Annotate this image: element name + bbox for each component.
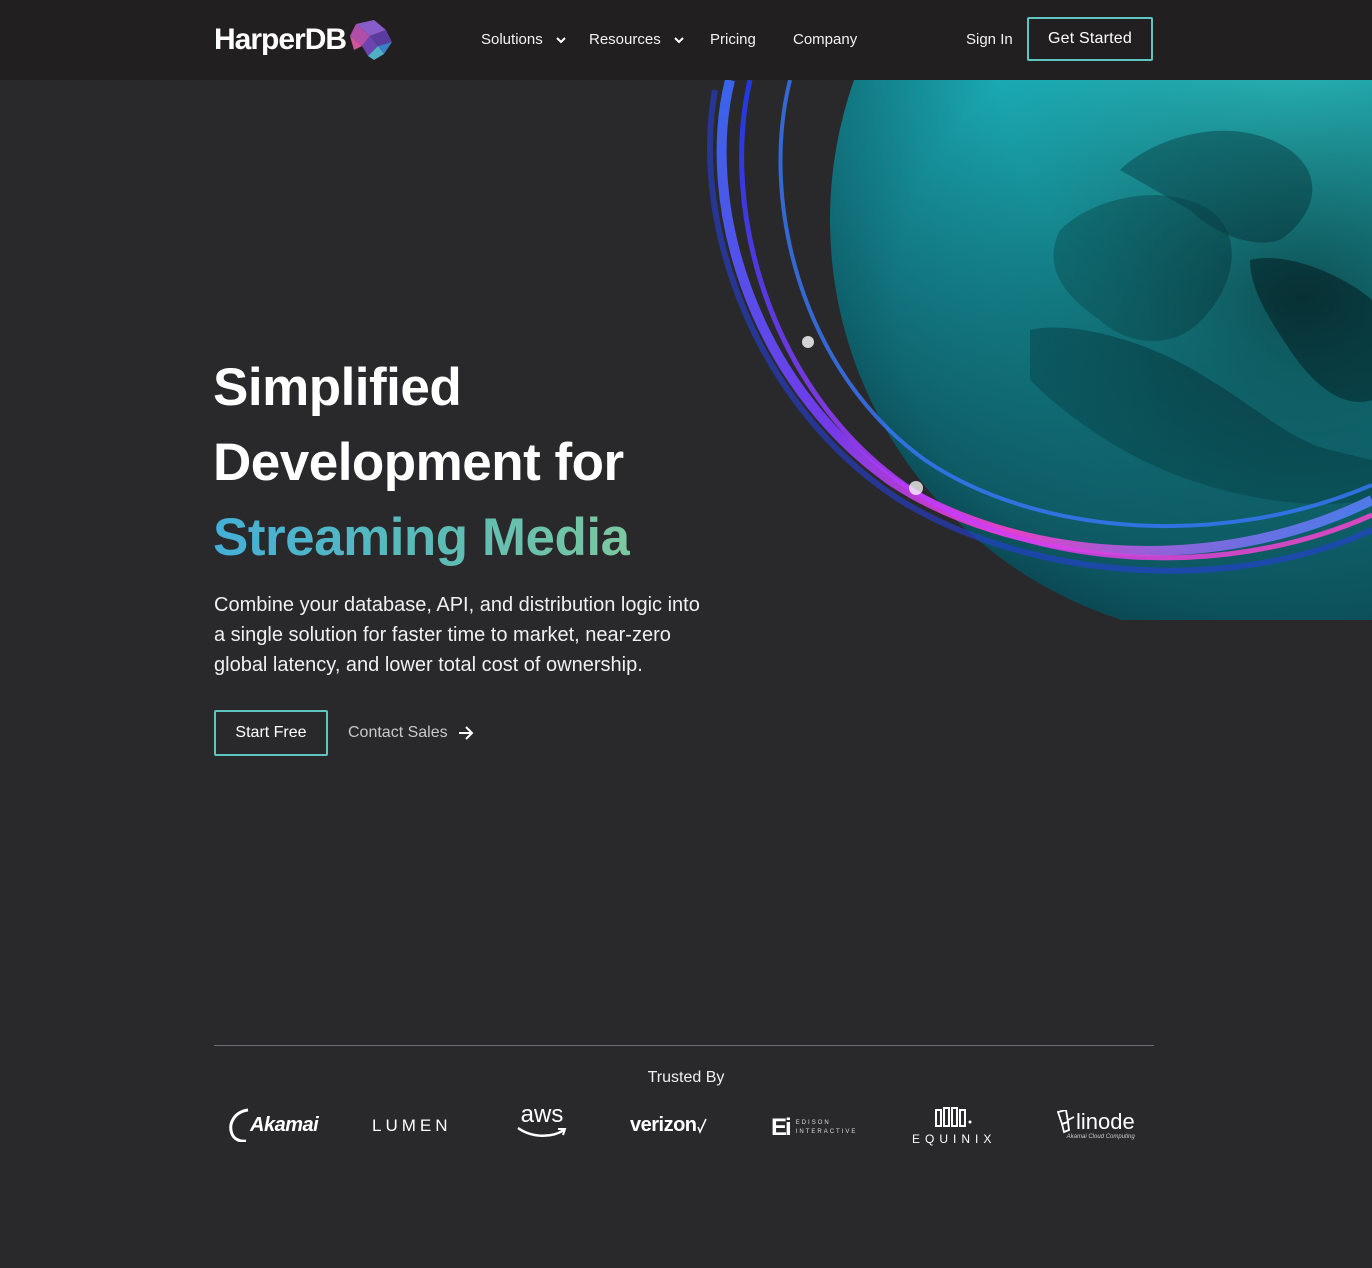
contact-sales-label: Contact Sales (348, 724, 448, 741)
lumen-text: LUMEN (372, 1116, 452, 1135)
start-free-button[interactable]: Start Free (214, 710, 328, 756)
linode-mark-icon (1056, 1110, 1075, 1134)
sign-in-link[interactable]: Sign In (966, 28, 1013, 52)
verizon-logo: verizon (630, 1114, 707, 1137)
linode-logo: linode Akamai Cloud Computing (1056, 1110, 1135, 1140)
akamai-logo: Akamai (228, 1108, 319, 1142)
chevron-down-icon (556, 37, 566, 44)
nav-solutions-label: Solutions (481, 31, 543, 48)
verizon-text: verizon (630, 1114, 697, 1136)
edison-interactive-logo: Ei EDISON INTERACTIVE (771, 1114, 857, 1142)
contact-sales-link[interactable]: Contact Sales (348, 721, 474, 745)
akamai-swoosh-icon (229, 1108, 249, 1142)
linode-text: linode (1076, 1109, 1135, 1134)
sign-in-label: Sign In (966, 31, 1013, 48)
linode-subtext: Akamai Cloud Computing (1066, 1134, 1135, 1140)
edison-mark: Ei (771, 1114, 792, 1141)
partner-logos: Akamai LUMEN aws verizon Ei EDISON INTER… (214, 1100, 1154, 1160)
arrow-right-icon (458, 726, 474, 740)
equinix-logo: EQUINIX (912, 1106, 996, 1146)
edison-line-2: INTERACTIVE (795, 1129, 858, 1135)
hero-title-line-2: Development for (213, 433, 624, 492)
akamai-text: Akamai (250, 1113, 319, 1136)
verizon-check-icon (696, 1118, 707, 1134)
aws-smile-icon (517, 1126, 567, 1137)
lumen-logo: LUMEN (372, 1116, 452, 1136)
equinix-mark-icon (935, 1107, 972, 1127)
harperdb-logo[interactable]: HarperDB (214, 18, 394, 62)
nav-company[interactable]: Company (793, 28, 857, 52)
nav-pricing-label: Pricing (710, 31, 756, 48)
hero-title: Simplified Development for Streaming Med… (213, 350, 630, 575)
hero-title-line-3: Streaming Media (213, 500, 630, 575)
nav-resources-label: Resources (589, 31, 661, 48)
trusted-by-heading: Trusted By (647, 1069, 725, 1086)
harperdb-mark-icon (350, 20, 393, 60)
edison-line-1: EDISON (795, 1120, 831, 1126)
nav-resources[interactable]: Resources (589, 28, 685, 52)
logo-text: HarperDB (214, 23, 347, 56)
hero-title-line-1: Simplified (213, 358, 462, 417)
aws-text: aws (520, 1101, 564, 1128)
globe-illustration (690, 80, 1372, 620)
section-divider (214, 1045, 1154, 1046)
equinix-text: EQUINIX (912, 1132, 997, 1146)
nav-solutions[interactable]: Solutions (481, 28, 567, 52)
get-started-button[interactable]: Get Started (1027, 17, 1153, 61)
chevron-down-icon (673, 37, 684, 44)
hero-description: Combine your database, API, and distribu… (214, 594, 700, 676)
top-navigation: HarperDB Solutions Resources Pricing Com… (0, 0, 1372, 80)
aws-logo: aws (516, 1101, 568, 1138)
nav-company-label: Company (793, 31, 858, 48)
nav-pricing[interactable]: Pricing (710, 28, 756, 52)
